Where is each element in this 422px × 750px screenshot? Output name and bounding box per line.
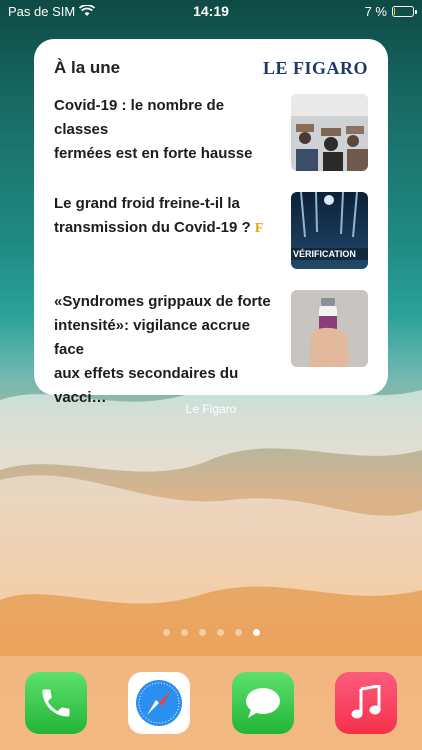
safari-icon (136, 680, 183, 726)
article-headline: «Syndromes grippaux de forte intensité»:… (54, 293, 271, 406)
status-bar: Pas de SIM 14:19 7 % (0, 0, 422, 22)
page-dot[interactable] (216, 629, 224, 636)
messages-app-icon[interactable] (231, 672, 294, 734)
page-indicator[interactable] (0, 629, 422, 636)
article-headline: Covid-19 : le nombre de classes fermées … (54, 97, 253, 162)
article-3[interactable]: «Syndromes grippaux de forte intensité»:… (54, 290, 368, 410)
thumb-overlay-text: VÉRIFICATION (293, 249, 356, 259)
music-icon (351, 685, 381, 719)
page-dot[interactable] (234, 629, 242, 636)
figaro-logo: LE FIGARO (262, 57, 368, 78)
article-headline-text: Le grand froid freine-t-il la transmissi… (54, 195, 251, 236)
messages-icon (245, 688, 280, 718)
music-app-icon[interactable] (335, 672, 398, 734)
page-dot[interactable] (162, 629, 170, 636)
figaro-widget[interactable]: À la une LE FIGARO Covid-19 : le nombre … (34, 39, 388, 406)
phone-icon (42, 689, 70, 717)
widget-label: Le Figaro (185, 402, 237, 416)
article-headline: Le grand froid freine-t-il la transmissi… (54, 192, 282, 269)
page-dot[interactable] (180, 629, 188, 636)
clock: 14:19 (193, 3, 229, 19)
article-1[interactable]: Covid-19 : le nombre de classes fermées … (54, 94, 368, 171)
figaro-premium-icon: F (254, 221, 264, 236)
page-dot-active[interactable] (252, 629, 260, 636)
safari-app-icon[interactable] (128, 672, 191, 734)
battery-icon (392, 5, 417, 17)
page-dot[interactable] (198, 629, 206, 636)
battery-fill (394, 7, 396, 15)
article-thumbnail-vaccine (291, 290, 368, 367)
article-thumbnail-snow: VÉRIFICATION (291, 192, 368, 269)
article-thumbnail-classroom (291, 94, 368, 171)
article-2[interactable]: Le grand froid freine-t-il la transmissi… (54, 192, 368, 269)
dock (0, 656, 422, 750)
phone-app-icon[interactable] (24, 672, 87, 734)
widget-title: À la une (54, 58, 121, 77)
